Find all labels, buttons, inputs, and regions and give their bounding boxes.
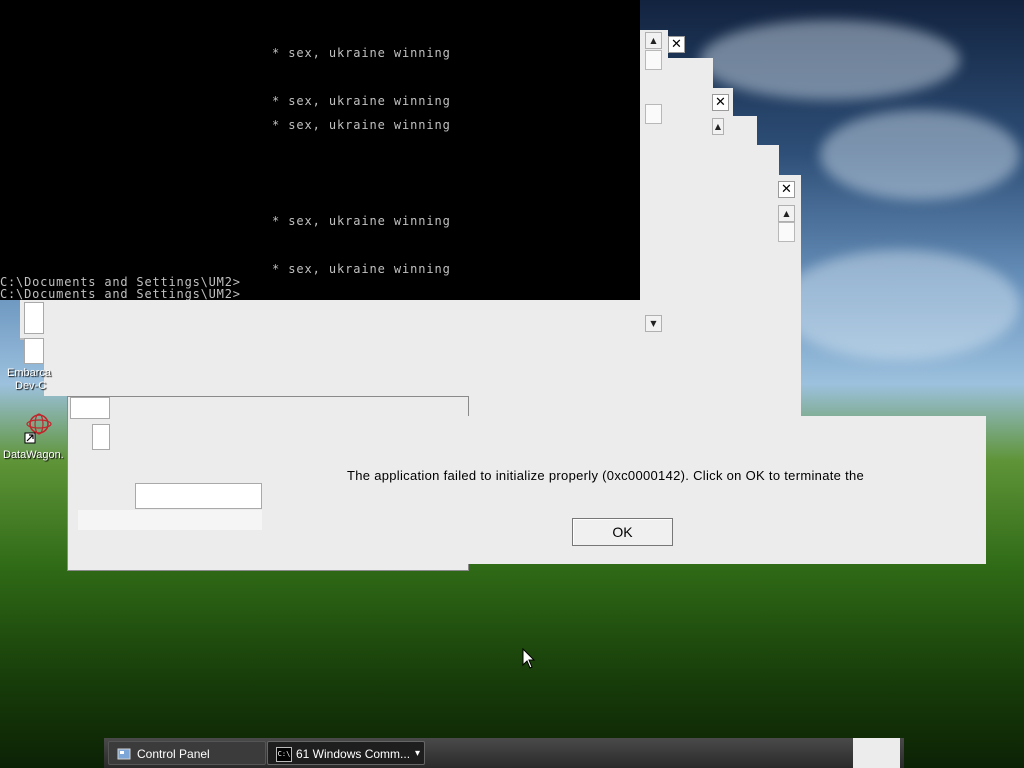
console-line: * sex, ukraine winning	[272, 94, 451, 108]
control-panel-icon	[117, 748, 131, 760]
taskbar: Control Panel C:\ 61 Windows Comm... ▾	[104, 738, 904, 768]
desktop-icon-label: Dev-C	[15, 380, 47, 392]
close-icon[interactable]: ✕	[712, 94, 729, 111]
console-line: * sex, ukraine winning	[272, 214, 451, 228]
console-line: * sex, ukraine winning	[272, 118, 451, 132]
close-icon[interactable]: ✕	[668, 36, 685, 53]
console-icon: C:\	[276, 747, 292, 762]
taskbar-item-label: 61 Windows Comm...	[296, 747, 411, 761]
console-prompt: C:\Documents and Settings\UM2>	[0, 287, 241, 300]
taskbar-item-command-prompt[interactable]: C:\ 61 Windows Comm... ▾	[267, 741, 425, 765]
ghost-window-fragment	[733, 116, 757, 338]
sky-cloud	[820, 110, 1020, 200]
ghost-panel	[24, 338, 44, 364]
scrollbar-thumb[interactable]	[645, 50, 662, 70]
scroll-up-icon[interactable]: ▲	[778, 205, 795, 222]
console-line: * sex, ukraine winning	[272, 262, 451, 276]
scrollbar-thumb[interactable]	[778, 222, 795, 242]
ghost-window-fragment	[640, 30, 668, 338]
scrollbar-thumb[interactable]	[645, 104, 662, 124]
ghost-window-fragment	[668, 58, 713, 338]
ghost-window-fragment	[44, 338, 800, 396]
desktop-icon-label: DataWagon.	[3, 449, 64, 461]
ok-button[interactable]: OK	[572, 518, 673, 546]
scroll-up-icon[interactable]: ▲	[645, 32, 662, 49]
ghost-panel	[92, 424, 110, 450]
error-message: The application failed to initialize pro…	[347, 468, 865, 483]
ghost-window-fragment	[20, 300, 670, 340]
taskbar-item-control-panel[interactable]: Control Panel	[108, 741, 266, 765]
ghost-panel	[24, 302, 44, 334]
ghost-window-fragment	[853, 738, 900, 768]
ghost-window-fragment	[78, 510, 262, 530]
scroll-up-icon[interactable]: ▲	[712, 118, 724, 135]
ghost-window-fragment	[757, 145, 779, 338]
console-line: * sex, ukraine winning	[272, 46, 451, 60]
command-prompt-window[interactable]: * sex, ukraine winning * sex, ukraine wi…	[0, 0, 640, 300]
close-icon[interactable]: ✕	[778, 181, 795, 198]
mouse-cursor-icon	[522, 648, 536, 669]
chevron-down-icon[interactable]: ▾	[415, 742, 420, 766]
taskbar-item-label: Control Panel	[137, 747, 210, 761]
desktop-icon-label: Embarca	[7, 367, 52, 379]
ghost-panel	[70, 397, 110, 419]
datawagon-icon	[24, 413, 52, 444]
sky-cloud	[780, 250, 1020, 360]
ghost-panel	[135, 483, 262, 509]
desktop-background: ✕ ✕ ✕ ▲ ▼ ▲ ▲ * sex, ukraine winning * s…	[0, 0, 1024, 768]
scroll-down-icon[interactable]: ▼	[645, 315, 662, 332]
sky-cloud	[700, 20, 960, 100]
